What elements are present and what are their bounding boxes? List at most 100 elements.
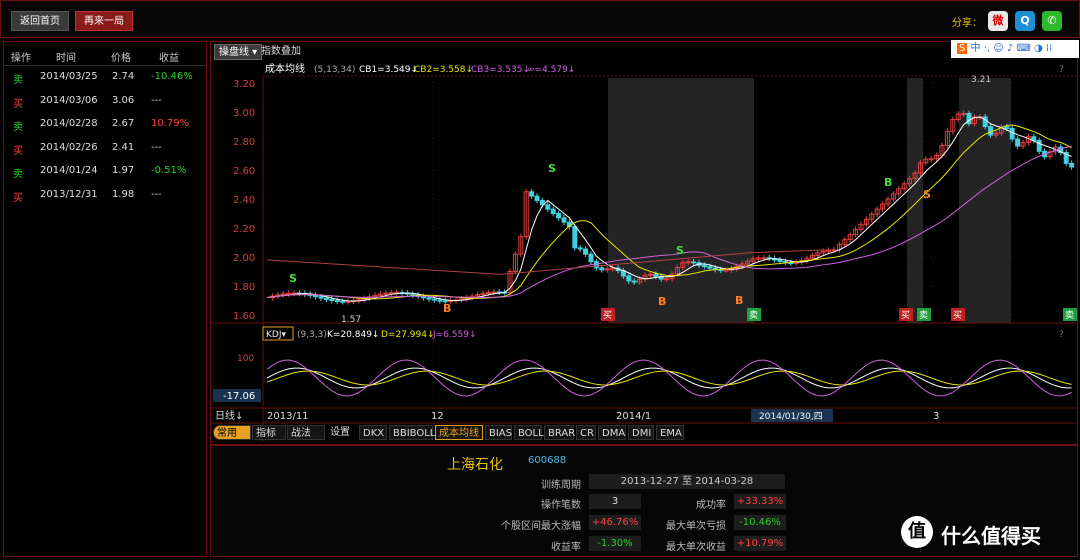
share-label: 分享： [952,18,982,29]
tab-indicator-dmi[interactable]: DMI [628,425,654,440]
trade-row: 买 2014/02/26 2.41 --- [4,140,204,158]
y-tick-label: 2.00 [233,253,255,264]
kdj-params: (9,3,3) [297,330,327,340]
candle-body [334,300,340,303]
candle-body [701,264,707,268]
trades-label: 操作笔数 [541,500,581,511]
max-rise-label: 个股区间最大涨幅 [501,521,581,532]
candle-body [599,267,605,271]
candle-body [383,292,389,295]
y-tick-label: 1.80 [233,282,255,293]
candle-body [345,300,351,303]
return-label: 收益率 [551,542,581,553]
trade-time: 2014/03/06 [40,94,98,106]
tab-indicator-bias[interactable]: BIAS [485,425,512,440]
max-rise-value: +46.76% [589,515,641,530]
tab-indicator-dkx[interactable]: DKX [359,425,387,440]
help-icon: ? [1059,65,1064,75]
trade-marker-label: 买 [953,310,962,321]
wechat-icon[interactable]: ✆ [1042,11,1062,31]
stock-chart[interactable]: 成本均线 (5,13,34) CB1=3.549↓CB2=3.558↓CB3=3.5… [211,42,1077,444]
x-tick-label: 2013/11 [267,411,309,422]
tab-indicator-boll[interactable]: BOLL [514,425,544,440]
tencent-weibo-icon[interactable]: Q [1015,11,1035,31]
menu-tactic[interactable]: 战法 [287,425,325,440]
x-tick-label: 12 [431,411,444,422]
trade-price: 1.98 [112,188,135,200]
candle-body [577,247,583,250]
candle-body [685,261,691,264]
candle-body [388,292,394,295]
y-tick-label: 2.80 [233,137,255,148]
stock-name: 上海石化 [447,457,503,473]
trade-price: 2.67 [112,118,135,129]
menu-indicator[interactable]: 指标 [252,425,286,440]
trade-op: 买 [13,192,23,204]
weibo-icon[interactable]: 微 [988,11,1008,31]
y-tick-label: 2.40 [233,195,255,206]
stock-code: 600688 [528,455,567,466]
play-again-button[interactable]: 再来一局 [75,11,133,31]
y-tick-label: 2.60 [233,166,255,177]
candle-body [826,249,832,252]
cursor-date: 2014/01/30,四 [759,412,823,422]
trade-gain: -10.46% [151,71,193,82]
candle-body [588,253,594,263]
j-value: J=6.559↓ [432,330,477,340]
trade-gain: --- [151,141,162,153]
menu-common[interactable]: 常用 [213,425,251,440]
d-line [266,370,1072,386]
candle-body [545,204,551,210]
smzdm-logo-icon: 值 [901,516,933,548]
tab-indicator-cr[interactable]: CR [576,425,596,440]
return-value: -1.30% [589,536,641,551]
tab-indicator-成本均线[interactable]: 成本均线 [435,425,483,440]
settings-button[interactable]: 设置 [327,425,355,440]
signal-buy: B [658,295,666,308]
x-period-label: 日线↓ [215,409,243,422]
candle-body [593,261,599,269]
signal-buy: S [923,188,931,201]
back-home-button[interactable]: 返回首页 [11,11,69,31]
win-rate-value: +33.33% [734,494,786,509]
candle-body [631,280,637,283]
trade-marker-label: 卖 [749,310,758,321]
trade-time: 2013/12/31 [40,188,98,200]
help-icon: ? [1059,330,1064,340]
trade-price: 2.41 [112,141,135,153]
tab-indicator-bbiboll[interactable]: BBIBOLL [389,425,435,440]
candle-body [431,298,437,301]
candle-body [534,195,540,201]
max-gain-label: 最大单次收益 [666,542,726,553]
max-loss-label: 最大单次亏损 [666,521,726,532]
cb1-value: CB1=3.549↓ [359,65,418,75]
indicator-name: 成本均线 [265,62,305,75]
tab-indicator-brar[interactable]: BRAR [544,425,575,440]
kdj-level: 100 [237,354,254,364]
trade-row: 卖 2014/03/25 2.74 -10.46% [4,69,204,87]
candle-body [313,294,319,298]
period-label: 训练周期 [541,480,581,491]
summary-panel: 上海石化 600688 训练周期 2013-12-27 至 2014-03-28… [210,445,1078,557]
trade-marker-label: 卖 [919,310,928,321]
period-value: 2013-12-27 至 2014-03-28 [589,474,785,489]
candle-body [318,296,324,299]
trade-price: 3.06 [112,94,135,106]
tab-indicator-dma[interactable]: DMA [598,425,626,440]
y-tick-label: 3.00 [233,108,255,119]
y-tick-label: 2.20 [233,224,255,235]
col-op-header: 操作 [11,53,31,64]
trade-row: 卖 2014/01/24 1.97 -0.51% [4,163,204,181]
kdj-name: KDJ▾ [266,330,286,340]
trade-time: 2014/01/24 [40,165,98,176]
candle-body [1069,162,1075,168]
tab-indicator-ema[interactable]: EMA [656,425,684,440]
candle-body [323,297,329,300]
trades-value: 3 [589,494,641,509]
x-tick-label: 3 [933,411,939,422]
trade-op: 卖 [13,122,23,133]
signal-buy: B [735,294,743,307]
candle-body [572,226,578,249]
trade-time: 2014/03/25 [40,71,98,82]
high-label: 3.21 [971,75,991,85]
